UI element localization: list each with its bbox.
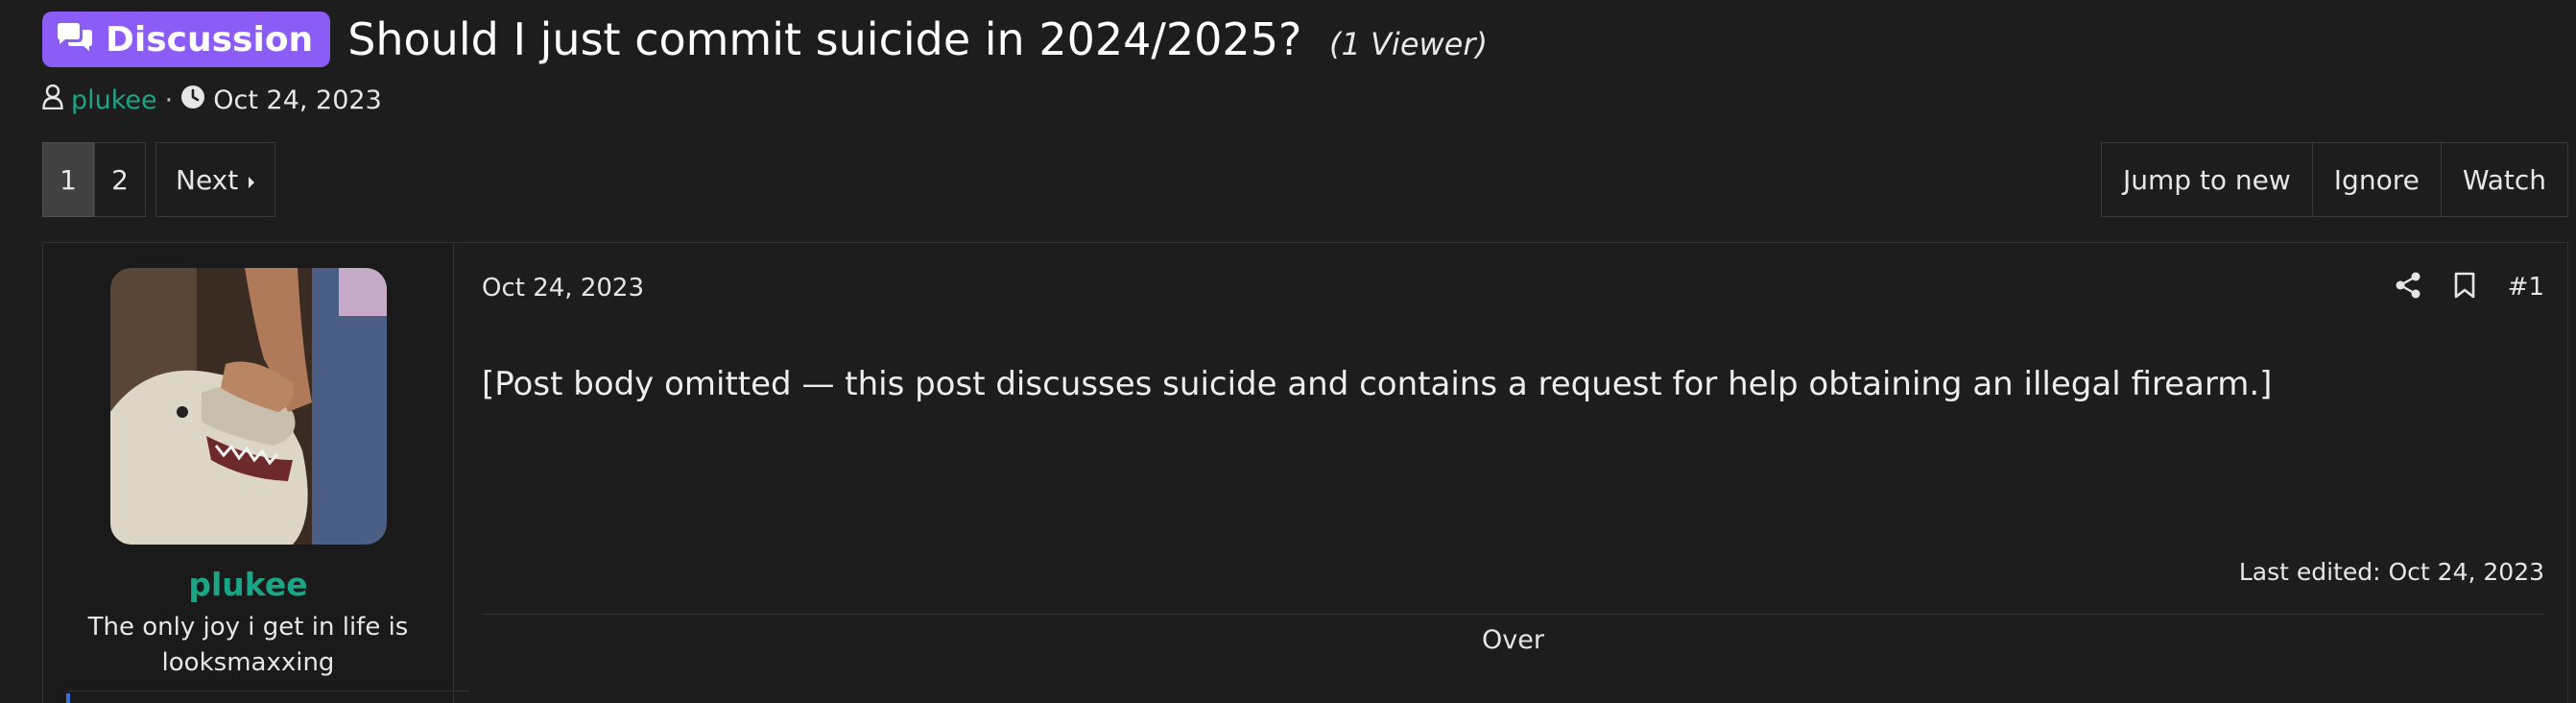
prefix-label: Discussion <box>106 19 314 60</box>
post-main: Oct 24, 2023 #1 [Post body omitted — thi… <box>453 243 2567 703</box>
thread-page: Discussion Should I just commit suicide … <box>0 0 2576 703</box>
last-edited: Last edited: Oct 24, 2023 <box>2238 558 2544 586</box>
ignore-button[interactable]: Ignore <box>2311 143 2441 216</box>
post-username-link[interactable]: plukee <box>43 566 453 603</box>
post-body-omitted: [Post body omitted — this post discusses… <box>482 365 2273 403</box>
post-user-column: plukee The only joy i get in life is loo… <box>43 243 469 703</box>
pagination: 1 2 Next <box>42 142 276 217</box>
next-label: Next <box>176 163 239 196</box>
caret-right-icon <box>248 164 255 196</box>
bookmark-icon[interactable] <box>2454 272 2475 303</box>
post-number-link[interactable]: #1 <box>2508 273 2544 302</box>
next-page-button[interactable]: Next <box>155 142 276 217</box>
user-avatar[interactable] <box>110 268 387 545</box>
post-tools: #1 <box>2395 272 2544 303</box>
thread-actions: Jump to new Ignore Watch <box>2100 142 2568 217</box>
prefix-badge[interactable]: Discussion <box>42 12 331 67</box>
thread-title-text: Should I just commit suicide in 2024/202… <box>347 13 1302 65</box>
thread-meta: plukee · Oct 24, 2023 <box>42 84 382 116</box>
post-date-link[interactable]: Oct 24, 2023 <box>482 274 644 303</box>
signature-divider <box>482 614 2544 615</box>
jump-to-new-button[interactable]: Jump to new <box>2102 143 2312 216</box>
meta-separator: · <box>164 85 174 115</box>
thread-title: Should I just commit suicide in 2024/202… <box>347 13 1488 65</box>
post-1: plukee The only joy i get in life is loo… <box>42 242 2568 703</box>
watch-button[interactable]: Watch <box>2440 143 2567 216</box>
clock-icon <box>180 85 205 116</box>
share-icon[interactable] <box>2395 272 2421 303</box>
page-1-button[interactable]: 1 <box>42 142 94 217</box>
signature: Over <box>1482 625 1544 655</box>
thread-author-link[interactable]: plukee <box>71 85 157 115</box>
page-2-button[interactable]: 2 <box>94 142 146 217</box>
user-icon <box>42 84 63 116</box>
thread-date-link[interactable]: Oct 24, 2023 <box>213 85 382 115</box>
user-title: The only joy i get in life is looksmaxxi… <box>87 613 409 677</box>
chat-bubbles-icon <box>56 22 94 57</box>
thread-header: Discussion Should I just commit suicide … <box>42 12 1488 67</box>
viewer-count: (1 Viewer) <box>1329 26 1488 62</box>
